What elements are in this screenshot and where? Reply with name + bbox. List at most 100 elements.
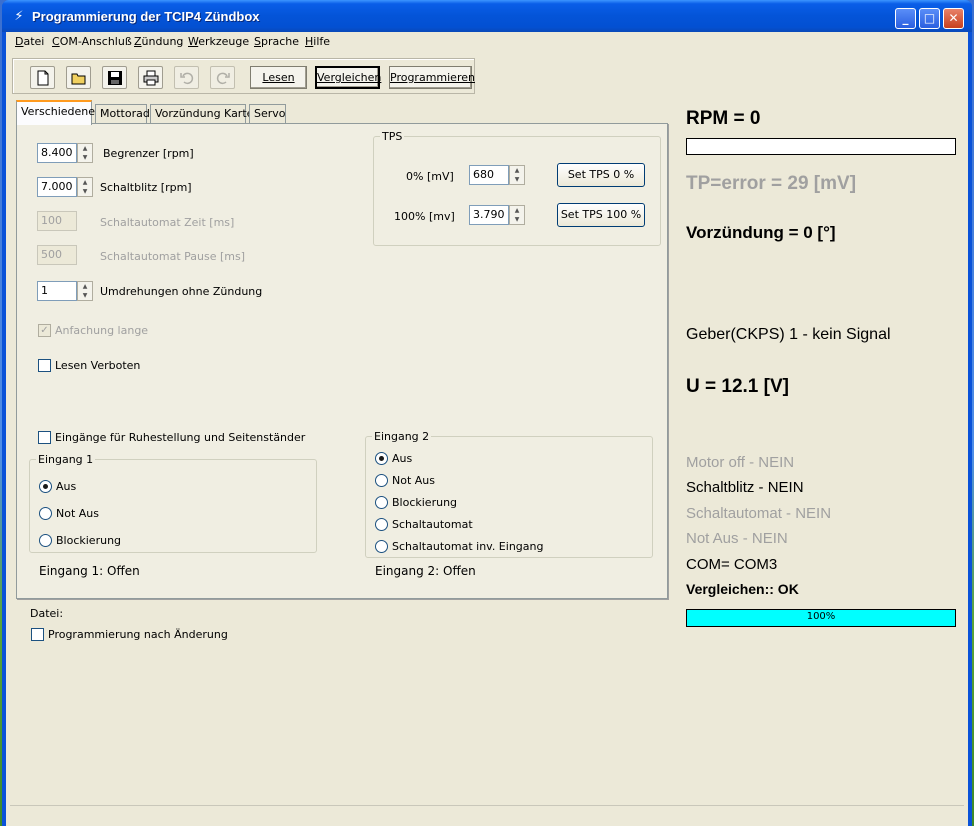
schaltautomat-pause-input: 500	[37, 245, 77, 265]
schaltblitz-input[interactable]: 7.000	[37, 177, 77, 197]
tab-panel-verschiedene: 8.400 ▲ ▼ Begrenzer [rpm] 7.000 ▲ ▼ Schalt…	[16, 123, 668, 599]
schaltblitz-label: Schaltblitz [rpm]	[100, 181, 192, 194]
open-folder-icon	[71, 73, 86, 85]
schaltblitz-status: Schaltblitz - NEIN	[686, 479, 804, 496]
rpm-bar	[686, 138, 956, 155]
eingang1-radio-aus[interactable]	[39, 480, 52, 493]
begrenzer-input[interactable]: 8.400	[37, 143, 77, 163]
eingang2-title: Eingang 2	[372, 430, 432, 443]
tab-vorzuendung-karte[interactable]: Vorzündung Karte	[150, 104, 253, 124]
eingang2-label-not-aus: Not Aus	[392, 474, 435, 487]
tab-mottorad[interactable]: Mottorad	[95, 104, 150, 124]
menu-zuendung[interactable]: Zündung	[134, 35, 183, 48]
tps-group-title: TPS	[380, 130, 405, 143]
geber-readout: Geber(CKPS) 1 - kein Signal	[686, 326, 891, 343]
menu-datei[interactable]: Datei	[15, 35, 44, 48]
umdrehungen-input[interactable]: 1	[37, 281, 77, 301]
set-tps-100-button[interactable]: Set TPS 100 %	[557, 203, 645, 227]
programmierung-checkbox[interactable]	[31, 628, 44, 641]
eingang2-label-schaltautomat: Schaltautomat	[392, 518, 473, 531]
programmieren-button[interactable]: Programmieren	[389, 66, 475, 89]
motor-off-status: Motor off - NEIN	[686, 454, 795, 471]
schaltautomat-pause-label: Schaltautomat Pause [ms]	[100, 250, 246, 263]
toolbar: Lesen Vergleichen Programmieren	[12, 58, 475, 94]
not-aus-status: Not Aus - NEIN	[686, 530, 788, 547]
eingang2-radio-aus[interactable]	[375, 452, 388, 465]
eingang1-label-aus: Aus	[56, 480, 77, 493]
client-area: Datei COM-Anschluß Zündung Werkzeuge Spr…	[6, 32, 968, 826]
schaltautomat-status: Schaltautomat - NEIN	[686, 505, 832, 522]
close-button[interactable]: ✕	[943, 8, 964, 29]
print-icon	[143, 70, 159, 86]
vergleichen-button[interactable]: Vergleichen	[315, 66, 381, 89]
eingang1-label-not-aus: Not Aus	[56, 507, 99, 520]
compare-progress-bar: 100%	[686, 609, 956, 627]
programmierung-label: Programmierung nach Änderung	[48, 628, 228, 641]
anfachung-label: Anfachung lange	[55, 324, 149, 337]
window-title: Programmierung der TCIP4 Zündbox	[32, 9, 260, 24]
menu-bar: Datei COM-Anschluß Zündung Werkzeuge Spr…	[6, 32, 968, 52]
schaltautomat-zeit-label: Schaltautomat Zeit [ms]	[100, 216, 235, 229]
com-status: COM= COM3	[686, 556, 778, 573]
new-file-button[interactable]	[30, 66, 55, 89]
eingang1-status: Eingang 1: Offen	[39, 564, 140, 578]
eingang1-group: Eingang 1 Aus Not Aus Blockierung	[29, 453, 317, 553]
app-icon: ⚡	[14, 9, 24, 24]
tps-group: TPS 0% [mV] 680 ▲ ▼ Set TPS 0 % 100% [mv]…	[373, 130, 661, 246]
rpm-readout: RPM = 0	[686, 108, 761, 129]
tps-0-label: 0% [mV]	[406, 170, 454, 183]
anfachung-checkbox: ✓	[38, 324, 51, 337]
minimize-button[interactable]: _	[895, 8, 916, 29]
eingang2-radio-schaltautomat[interactable]	[375, 518, 388, 531]
eingang2-label-blockierung: Blockierung	[392, 496, 458, 509]
menu-sprache[interactable]: Sprache	[254, 35, 299, 48]
lesen-verboten-label: Lesen Verboten	[55, 359, 141, 372]
schaltautomat-zeit-input: 100	[37, 211, 77, 231]
maximize-button[interactable]: □	[919, 8, 940, 29]
vorzuendung-readout: Vorzündung = 0 [°]	[686, 223, 836, 242]
lesen-verboten-checkbox[interactable]	[38, 359, 51, 372]
voltage-readout: U = 12.1 [V]	[686, 376, 789, 397]
open-file-button[interactable]	[66, 66, 91, 89]
undo-button[interactable]	[174, 66, 199, 89]
eingang2-radio-blockierung[interactable]	[375, 496, 388, 509]
tab-verschiedene[interactable]: Verschiedene	[16, 100, 95, 125]
tps-100-spinner[interactable]: ▲ ▼	[509, 205, 525, 225]
menu-hilfe[interactable]: Hilfe	[305, 35, 330, 48]
eingang2-label-schaltautomat-inv: Schaltautomat inv. Eingang	[392, 540, 544, 553]
eingang1-radio-not-aus[interactable]	[39, 507, 52, 520]
menu-com-anschluss[interactable]: COM-Anschluß	[52, 35, 132, 48]
begrenzer-label: Begrenzer [rpm]	[103, 147, 194, 160]
tps-0-spinner[interactable]: ▲ ▼	[509, 165, 525, 185]
redo-icon	[216, 72, 230, 85]
eingang2-radio-not-aus[interactable]	[375, 474, 388, 487]
umdrehungen-spinner[interactable]: ▲ ▼	[77, 281, 93, 301]
eingang2-label-aus: Aus	[392, 452, 413, 465]
eingang2-radio-schaltautomat-inv[interactable]	[375, 540, 388, 553]
eingang1-label-blockierung: Blockierung	[56, 534, 122, 547]
redo-button[interactable]	[210, 66, 235, 89]
tps-100-label: 100% [mv]	[394, 210, 455, 223]
datei-label: Datei:	[30, 607, 64, 620]
eingang2-group: Eingang 2 Aus Not Aus Blockierung Schalt…	[365, 430, 653, 558]
save-icon	[108, 71, 122, 85]
vergleichen-status: Vergleichen:: OK	[686, 581, 799, 597]
begrenzer-spinner[interactable]: ▲ ▼	[77, 143, 93, 163]
new-file-icon	[37, 70, 49, 86]
tps-100-input[interactable]: 3.790	[469, 205, 509, 225]
tab-servo[interactable]: Servo	[249, 104, 286, 124]
print-button[interactable]	[138, 66, 163, 89]
menu-werkzeuge[interactable]: Werkzeuge	[188, 35, 249, 48]
lesen-button[interactable]: Lesen	[250, 66, 307, 89]
eingang2-status: Eingang 2: Offen	[375, 564, 476, 578]
tps-0-input[interactable]: 680	[469, 165, 509, 185]
eingang1-radio-blockierung[interactable]	[39, 534, 52, 547]
eingaenge-checkbox[interactable]	[38, 431, 51, 444]
save-button[interactable]	[102, 66, 127, 89]
undo-icon	[180, 72, 194, 85]
app-window: ⚡ Programmierung der TCIP4 Zündbox _ □ ✕…	[2, 0, 972, 826]
schaltblitz-spinner[interactable]: ▲ ▼	[77, 177, 93, 197]
status-bar	[10, 805, 964, 825]
title-bar[interactable]: ⚡ Programmierung der TCIP4 Zündbox _ □ ✕	[2, 0, 972, 32]
set-tps-0-button[interactable]: Set TPS 0 %	[557, 163, 645, 187]
